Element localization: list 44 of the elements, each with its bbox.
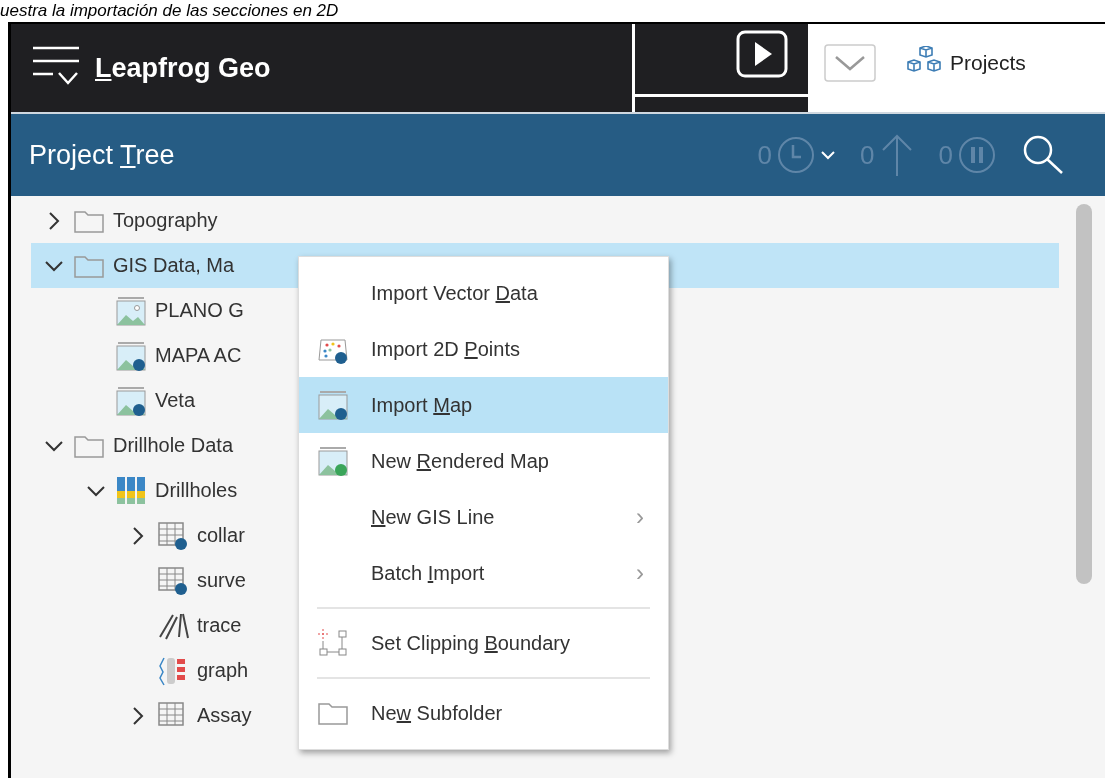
menu-item[interactable]: Import Vector Data	[299, 265, 668, 321]
clipping-icon	[317, 628, 349, 658]
tree-item[interactable]: GIS Data, Ma	[43, 243, 235, 288]
drillholes-icon	[115, 475, 147, 506]
panel-title: Project Tree	[29, 139, 175, 171]
map-icon	[115, 385, 147, 416]
map-icon	[115, 340, 147, 371]
menu-item[interactable]: Import Map	[299, 377, 668, 433]
map-icon	[317, 390, 349, 420]
tree-item[interactable]: graph	[127, 648, 249, 693]
menu-item[interactable]: Set Clipping Boundary	[299, 615, 668, 671]
tree-item[interactable]: collar	[127, 513, 245, 558]
menu-item[interactable]: Batch Import ›	[299, 545, 668, 601]
counter-text: 0	[938, 139, 953, 171]
counter-text: 0	[757, 139, 773, 171]
submenu-arrow: ›	[636, 503, 644, 531]
tree-item[interactable]: Veta	[85, 378, 196, 423]
projects-tab[interactable]: Projects	[906, 46, 1026, 80]
tree-item[interactable]: Assay	[127, 693, 252, 738]
table-icon	[157, 520, 189, 551]
menu-item[interactable]: New Subfolder	[299, 685, 668, 741]
tree-item[interactable]: trace	[127, 603, 242, 648]
folder-icon	[317, 700, 349, 726]
menu-item[interactable]: New Rendered Map	[299, 433, 668, 489]
play-button[interactable]	[736, 30, 788, 78]
tree-item[interactable]: MAPA AC	[85, 333, 242, 378]
tree-item[interactable]: Drillhole Data	[43, 423, 234, 468]
tree-item[interactable]: Topography	[43, 198, 218, 243]
menu-item[interactable]: New GIS Line ›	[299, 489, 668, 545]
menu-item[interactable]: Import 2D Points	[299, 321, 668, 377]
caption-text: uestra la importación de las secciones en 2D	[0, 0, 340, 22]
tree-item[interactable]: PLANO G	[85, 288, 244, 333]
table-icon	[157, 565, 189, 596]
counter-text: 0	[860, 139, 875, 171]
app-title: Leapfrog Geo	[95, 52, 271, 84]
submenu-arrow: ›	[636, 559, 644, 587]
search-icon[interactable]	[1021, 133, 1065, 177]
map-icon	[317, 446, 349, 476]
chevron-down-icon[interactable]	[820, 150, 837, 160]
scrollbar-thumb[interactable]	[1076, 204, 1092, 584]
map-icon	[115, 295, 147, 326]
tree-item[interactable]: Drillholes	[85, 468, 238, 513]
dropdown-button[interactable]	[824, 44, 876, 82]
tree-item[interactable]: surve	[127, 558, 246, 603]
